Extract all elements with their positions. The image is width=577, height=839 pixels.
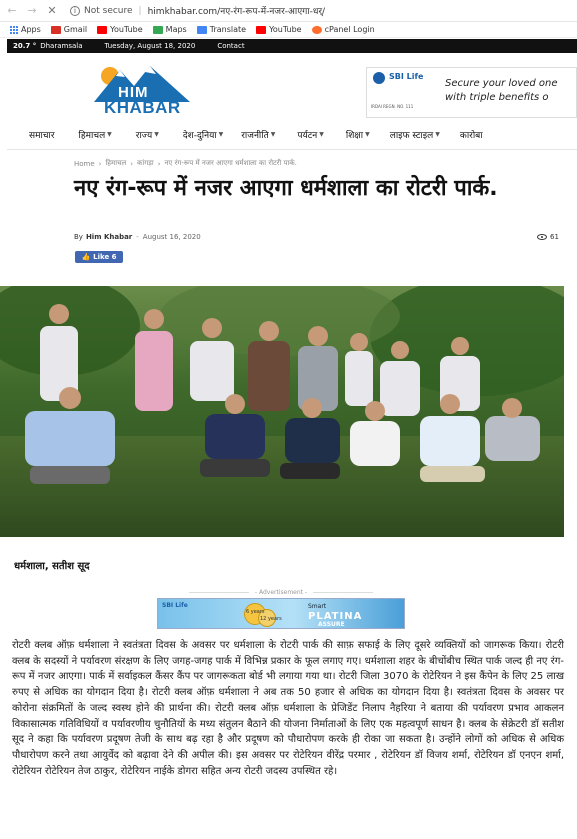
nav-item-politics[interactable]: राजनीति ▼	[241, 128, 275, 141]
bookmark-maps[interactable]: Maps	[152, 25, 187, 34]
chevron-right-icon: ›	[130, 159, 134, 168]
breadcrumb-current: नए रंग-रूप में नजर आएगा धर्मशाला का रोटर…	[164, 159, 297, 167]
security-label: Not secure	[84, 5, 133, 16]
ad-text-line-1: Secure your loved one	[445, 78, 558, 89]
weather-temperature: 20.7 °	[13, 42, 37, 50]
nav-item-tourism[interactable]: पर्यटन ▼	[297, 128, 324, 141]
address-bar[interactable]: i Not secure | himkhabar.com/नए-रंग-रूप-…	[70, 4, 325, 17]
author-link[interactable]: Him Khabar	[86, 233, 132, 241]
chevron-down-icon: ▼	[319, 130, 324, 138]
inline-ad-badge-1: 6 years	[246, 609, 265, 615]
bookmarks-bar: Apps Gmail YouTube Maps Translate YouTub…	[0, 22, 577, 38]
ad-text-line-2: with triple benefits o	[445, 92, 549, 103]
article-dateline: धर्मशाला, सतीश सूद	[14, 561, 90, 572]
bookmark-label: Apps	[21, 25, 41, 34]
bookmark-translate[interactable]: Translate	[196, 25, 247, 34]
article-photo	[0, 286, 564, 537]
url-divider: |	[138, 5, 142, 16]
info-icon[interactable]: i	[70, 5, 80, 16]
forward-icon[interactable]: →	[24, 3, 40, 19]
bookmark-label: Gmail	[63, 25, 88, 34]
eye-icon	[537, 234, 547, 240]
bookmark-cpanel[interactable]: cPanel Login	[311, 25, 375, 34]
inline-advertisement[interactable]: SBI Life 6 years 12 years Smart PLATINA …	[157, 598, 405, 629]
logo-khabar-text: KHABAR	[104, 98, 181, 117]
breadcrumb-section[interactable]: हिमाचल	[105, 159, 126, 168]
header-advertisement[interactable]: SBI Life IRDAI REGN. NO. 111 Secure your…	[366, 67, 577, 118]
nav-item-lifestyle[interactable]: लाइफ स्टाइल ▼	[390, 128, 440, 141]
site-topbar: 20.7 ° Dharamsala Tuesday, August 18, 20…	[7, 39, 577, 53]
weather-city: Dharamsala	[40, 42, 83, 50]
meta-separator: -	[136, 233, 139, 241]
bookmark-gmail[interactable]: Gmail	[50, 25, 88, 34]
back-icon[interactable]: ←	[4, 3, 20, 19]
thumbs-up-icon: 👍	[81, 253, 91, 261]
ad-regulatory-text: IRDAI REGN. NO. 111	[371, 104, 414, 109]
inline-ad-badge-2: 12 years	[260, 616, 282, 622]
cpanel-icon	[311, 25, 322, 34]
breadcrumb: Home › हिमाचल › कांगड़ा › नए रंग-रूप में…	[74, 159, 297, 168]
article-title: नए रंग-रूप में नजर आएगा धर्मशाला का रोटर…	[74, 176, 498, 201]
translate-icon	[196, 25, 207, 34]
sbi-logo-icon	[373, 72, 385, 84]
nav-item-states[interactable]: राज्य ▼	[136, 128, 159, 141]
group-photo-image	[0, 286, 564, 537]
advertisement-label: - Advertisement -	[157, 589, 405, 596]
bookmark-label: YouTube	[110, 25, 143, 34]
apps-grid-icon	[10, 25, 18, 34]
nav-item-education[interactable]: शिक्षा ▼	[346, 128, 370, 141]
view-count-value: 61	[550, 233, 559, 241]
ad-brand: SBI Life	[389, 72, 424, 81]
inline-ad-line-3: ASSURE	[318, 621, 345, 628]
url-text[interactable]: himkhabar.com/नए-रंग-रूप-में-नजर-आएगा-धर…	[148, 4, 326, 17]
facebook-like-button[interactable]: 👍 Like 6	[75, 251, 123, 263]
bookmark-apps[interactable]: Apps	[10, 25, 41, 34]
like-label: Like 6	[93, 253, 117, 261]
chevron-down-icon: ▼	[270, 130, 276, 138]
chevron-right-icon: ›	[98, 159, 102, 168]
nav-item-news[interactable]: समाचार	[29, 128, 55, 141]
bookmark-label: Maps	[165, 25, 187, 34]
inline-ad-line-1: Smart	[308, 603, 327, 610]
gmail-icon	[50, 25, 61, 34]
chevron-down-icon: ▼	[365, 130, 370, 138]
chevron-down-icon: ▼	[107, 130, 112, 138]
bookmark-youtube-2[interactable]: YouTube	[256, 25, 302, 34]
bookmark-label: cPanel Login	[324, 25, 375, 34]
nav-item-business[interactable]: कारोबा	[460, 128, 483, 141]
inline-ad-brand: SBI Life	[162, 602, 188, 609]
maps-icon	[152, 25, 163, 34]
main-navigation: समाचार हिमाचल ▼ राज्य ▼ देश-दुनिया ▼ राजनीत…	[7, 126, 577, 142]
publish-date: August 16, 2020	[142, 233, 201, 241]
article-body: रोटरी क्लब ऑफ़ धर्मशाला ने स्वतंत्रता दि…	[12, 640, 564, 777]
chevron-down-icon: ▼	[218, 130, 224, 138]
chevron-down-icon: ▼	[435, 130, 440, 138]
contact-link[interactable]: Contact	[217, 42, 244, 50]
article-meta: By Him Khabar - August 16, 2020	[74, 233, 201, 241]
youtube-icon	[256, 25, 267, 34]
chevron-right-icon: ›	[157, 159, 161, 168]
bookmark-label: Translate	[209, 25, 247, 34]
nav-item-himachal[interactable]: हिमाचल ▼	[79, 128, 112, 141]
nav-item-world[interactable]: देश-दुनिया ▼	[183, 128, 223, 141]
bookmark-label: YouTube	[269, 25, 302, 34]
nav-divider	[7, 149, 577, 150]
bookmark-youtube[interactable]: YouTube	[97, 25, 143, 34]
stop-loading-icon[interactable]: ✕	[44, 3, 60, 19]
browser-toolbar: ← → ✕ i Not secure | himkhabar.com/नए-रं…	[0, 0, 577, 22]
topbar-date: Tuesday, August 18, 2020	[104, 42, 196, 50]
breadcrumb-subsection[interactable]: कांगड़ा	[137, 159, 154, 168]
byline-prefix: By	[74, 233, 83, 241]
view-count: 61	[537, 233, 559, 241]
youtube-icon	[97, 25, 108, 34]
breadcrumb-home[interactable]: Home	[74, 160, 95, 168]
chevron-down-icon: ▼	[154, 130, 159, 138]
